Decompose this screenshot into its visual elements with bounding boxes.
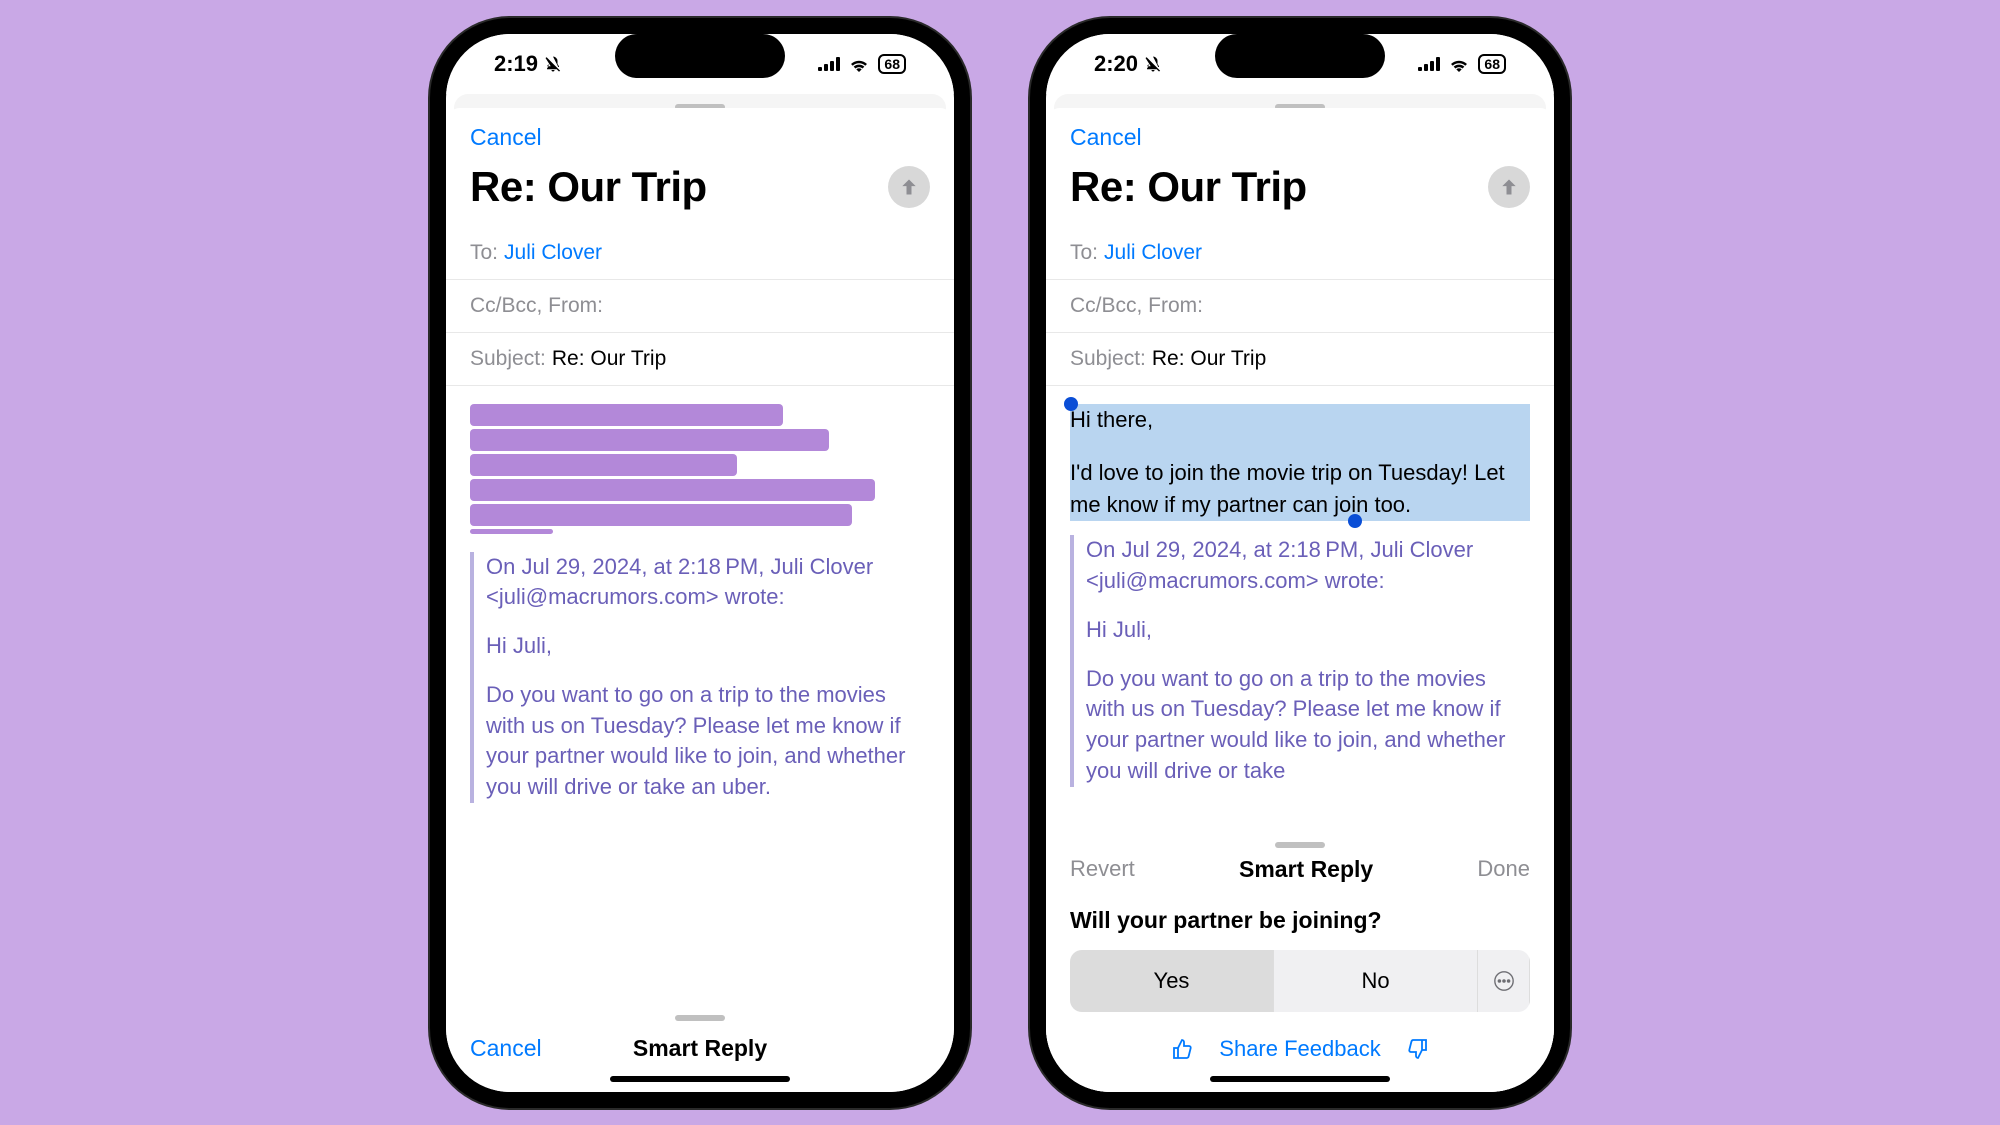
wifi-icon: [848, 56, 870, 72]
revert-button[interactable]: Revert: [1070, 856, 1135, 882]
signal-icon: [818, 57, 840, 71]
to-field[interactable]: To: Juli Clover: [446, 227, 954, 280]
cancel-button[interactable]: Cancel: [470, 124, 542, 150]
quoted-message: On Jul 29, 2024, at 2:18 PM, Juli Clover…: [470, 552, 930, 804]
loading-line: [470, 454, 737, 476]
cc-field[interactable]: Cc/Bcc, From:: [1046, 280, 1554, 333]
subject-value: Re: Our Trip: [1152, 347, 1266, 371]
subject-label: Subject:: [1070, 347, 1146, 371]
to-field[interactable]: To: Juli Clover: [1046, 227, 1554, 280]
compose-title: Re: Our Trip: [470, 163, 707, 211]
cc-label: Cc/Bcc, From:: [470, 294, 603, 318]
grabber-icon[interactable]: [675, 1015, 725, 1021]
wifi-icon: [1448, 56, 1470, 72]
reply-body: I'd love to join the movie trip on Tuesd…: [1070, 460, 1505, 517]
status-time: 2:19: [494, 51, 538, 77]
smart-reply-cancel-button[interactable]: Cancel: [470, 1035, 542, 1062]
send-button[interactable]: [888, 166, 930, 208]
selection-handle-start[interactable]: [1064, 397, 1078, 411]
thumbs-up-button[interactable]: [1171, 1037, 1195, 1061]
send-button[interactable]: [1488, 166, 1530, 208]
home-indicator[interactable]: [1210, 1076, 1390, 1082]
selection-handle-end[interactable]: [1348, 514, 1362, 528]
grabber-icon[interactable]: [1275, 842, 1325, 848]
battery-icon: 68: [878, 54, 906, 74]
quoted-greeting: Hi Juli,: [486, 631, 930, 662]
subject-value: Re: Our Trip: [552, 347, 666, 371]
dynamic-island: [615, 34, 785, 78]
loading-line: [470, 529, 553, 534]
signal-icon: [1418, 57, 1440, 71]
thumbs-down-button[interactable]: [1405, 1037, 1429, 1061]
quoted-header: On Jul 29, 2024, at 2:18 PM, Juli Clover…: [486, 552, 930, 614]
phone-left: 2:19 68 Cancel Re: Our Trip: [430, 18, 970, 1108]
phone-right: 2:20 68 Cancel Re: Our Trip To:: [1030, 18, 1570, 1108]
smart-reply-title: Smart Reply: [633, 1035, 767, 1062]
ellipsis-circle-icon: [1493, 970, 1515, 992]
cc-label: Cc/Bcc, From:: [1070, 294, 1203, 318]
followup-question: Will your partner be joining?: [1070, 907, 1530, 934]
to-label: To:: [1070, 241, 1098, 265]
loading-line: [470, 504, 852, 526]
option-yes-button[interactable]: Yes: [1070, 950, 1274, 1012]
done-button[interactable]: Done: [1477, 856, 1530, 882]
loading-line: [470, 404, 783, 426]
generated-reply-selection[interactable]: Hi there, I'd love to join the movie tri…: [1070, 404, 1530, 522]
to-recipient[interactable]: Juli Clover: [1104, 241, 1202, 265]
dynamic-island: [1215, 34, 1385, 78]
battery-icon: 68: [1478, 54, 1506, 74]
more-options-button[interactable]: [1478, 950, 1530, 1012]
bell-slash-icon: [544, 55, 562, 73]
arrow-up-icon: [899, 177, 919, 197]
home-indicator[interactable]: [610, 1076, 790, 1082]
status-time: 2:20: [1094, 51, 1138, 77]
loading-line: [470, 479, 875, 501]
quoted-body: Do you want to go on a trip to the movie…: [486, 680, 930, 803]
subject-label: Subject:: [470, 347, 546, 371]
compose-title: Re: Our Trip: [1070, 163, 1307, 211]
quoted-message: On Jul 29, 2024, at 2:18 PM, Juli Clover…: [1070, 535, 1530, 787]
bell-slash-icon: [1144, 55, 1162, 73]
quoted-greeting: Hi Juli,: [1086, 615, 1530, 646]
subject-field[interactable]: Subject: Re: Our Trip: [1046, 333, 1554, 386]
to-recipient[interactable]: Juli Clover: [504, 241, 602, 265]
loading-line: [470, 429, 829, 451]
quoted-body: Do you want to go on a trip to the movie…: [1086, 664, 1530, 787]
option-no-button[interactable]: No: [1274, 950, 1478, 1012]
quoted-header: On Jul 29, 2024, at 2:18 PM, Juli Clover…: [1086, 535, 1530, 597]
cc-field[interactable]: Cc/Bcc, From:: [446, 280, 954, 333]
smart-reply-panel: Revert Smart Reply Done Will your partne…: [1046, 842, 1554, 1092]
to-label: To:: [470, 241, 498, 265]
smart-reply-title: Smart Reply: [1239, 856, 1373, 883]
cancel-button[interactable]: Cancel: [1070, 124, 1142, 150]
subject-field[interactable]: Subject: Re: Our Trip: [446, 333, 954, 386]
answer-options: Yes No: [1070, 950, 1530, 1012]
message-body[interactable]: Hi there, I'd love to join the movie tri…: [1046, 386, 1554, 842]
message-body[interactable]: On Jul 29, 2024, at 2:18 PM, Juli Clover…: [446, 386, 954, 1015]
reply-greeting: Hi there,: [1070, 404, 1530, 436]
arrow-up-icon: [1499, 177, 1519, 197]
thumbs-down-icon: [1405, 1037, 1429, 1061]
share-feedback-button[interactable]: Share Feedback: [1219, 1036, 1380, 1062]
thumbs-up-icon: [1171, 1037, 1195, 1061]
